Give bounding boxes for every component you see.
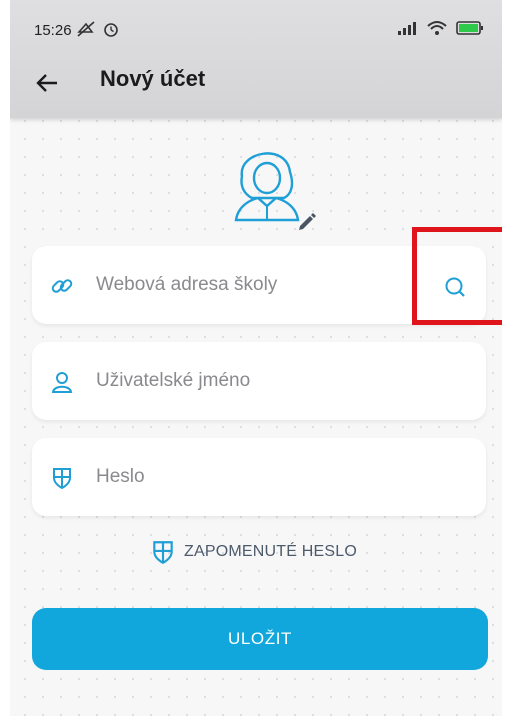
avatar[interactable] [224, 140, 316, 232]
username-placeholder: Uživatelské jméno [96, 370, 251, 391]
password-field[interactable]: Heslo [32, 438, 486, 516]
status-icons-right [396, 20, 484, 36]
link-icon [51, 279, 73, 293]
highlight-box [412, 227, 502, 325]
title-row: Nový účet [10, 60, 502, 104]
shield-icon [153, 541, 173, 565]
signal-icon [398, 22, 416, 35]
alarm-icon [104, 23, 118, 37]
back-button[interactable] [30, 66, 64, 100]
save-button[interactable]: ULOŽIT [32, 608, 488, 670]
page-title: Nový účet [100, 66, 206, 91]
arrow-left-icon [36, 74, 57, 92]
user-icon [51, 372, 73, 393]
battery-icon [456, 21, 483, 35]
forgot-password-label: ZAPOMENUTÉ HESLO [184, 543, 358, 560]
forgot-password-link[interactable]: ZAPOMENUTÉ HESLO [150, 538, 357, 566]
username-field[interactable]: Uživatelské jméno [32, 342, 486, 420]
shield-icon [53, 468, 71, 490]
mute-icon [77, 21, 95, 37]
status-icons-left [76, 20, 120, 40]
status-bar: 15:26 [10, 0, 502, 46]
screen: 15:26 Nový účet Webová adresa školy Uživ… [10, 0, 502, 716]
wifi-icon [427, 21, 447, 35]
school-url-placeholder: Webová adresa školy [96, 274, 278, 295]
save-button-label: ULOŽIT [227, 629, 293, 648]
password-placeholder: Heslo [96, 466, 145, 487]
edit-pencil-icon[interactable] [296, 210, 316, 230]
app-bar: 15:26 Nový účet [10, 0, 502, 118]
status-time: 15:26 [34, 22, 72, 39]
